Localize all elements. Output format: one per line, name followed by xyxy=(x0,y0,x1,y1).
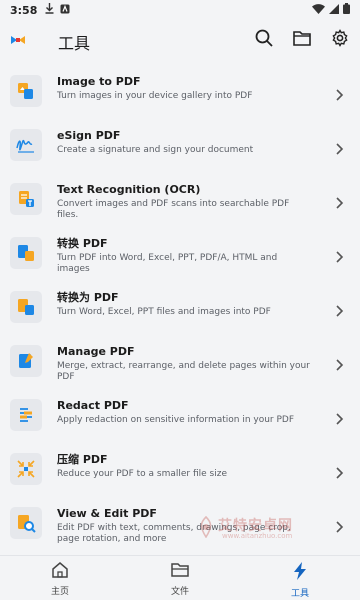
ocr-icon xyxy=(10,183,42,215)
download-icon xyxy=(45,3,54,17)
compress-icon xyxy=(10,453,42,485)
tool-title: eSign PDF xyxy=(57,129,121,142)
tool-title: Manage PDF xyxy=(57,345,135,358)
tool-desc: Turn PDF into Word, Excel, PPT, PDF/A, H… xyxy=(57,253,278,274)
signal-icon xyxy=(329,3,339,17)
chevron-right-icon xyxy=(334,464,344,479)
tool-convert-to-pdf[interactable]: 转换为 PDF Turn Word, Excel, PPT files and … xyxy=(0,282,360,336)
nav-tools-label: 工具 xyxy=(290,589,309,599)
chevron-right-icon xyxy=(334,410,344,425)
wifi-icon xyxy=(312,3,325,17)
lightning-icon xyxy=(293,562,307,584)
status-bar: 3:58 xyxy=(0,0,360,20)
chevron-right-icon xyxy=(334,518,344,533)
tool-desc: Create a signature and sign your documen… xyxy=(57,145,254,155)
tool-redact-pdf[interactable]: Redact PDF Apply redaction on sensitive … xyxy=(0,390,360,444)
nav-files[interactable]: 文件 xyxy=(150,562,210,597)
page-title: 工具 xyxy=(58,34,91,53)
nav-home[interactable]: 主页 xyxy=(30,562,90,597)
image-to-pdf-icon xyxy=(10,75,42,107)
tool-desc: Convert images and PDF scans into search… xyxy=(57,199,290,220)
tool-title: Image to PDF xyxy=(57,75,141,88)
signature-icon xyxy=(10,129,42,161)
chevron-right-icon xyxy=(334,302,344,317)
tool-convert-pdf[interactable]: 转换 PDF Turn PDF into Word, Excel, PPT, P… xyxy=(0,228,360,282)
tool-title: Redact PDF xyxy=(57,399,129,412)
tool-view-edit-pdf[interactable]: View & Edit PDF Edit PDF with text, comm… xyxy=(0,498,360,552)
tool-image-to-pdf[interactable]: Image to PDF Turn images in your device … xyxy=(0,66,360,120)
chevron-right-icon xyxy=(334,194,344,209)
status-time: 3:58 xyxy=(10,3,38,17)
convert-to-pdf-icon xyxy=(10,291,42,323)
nav-files-label: 文件 xyxy=(170,587,189,597)
tool-desc: Turn images in your device gallery into … xyxy=(57,91,253,101)
tool-title: 转换为 PDF xyxy=(57,291,119,304)
home-icon xyxy=(51,562,69,582)
folder-button[interactable] xyxy=(290,28,314,52)
tool-title: Text Recognition (OCR) xyxy=(57,183,201,196)
tool-desc: Edit PDF with text, comments, drawings, … xyxy=(57,523,291,544)
chevron-right-icon xyxy=(334,140,344,155)
chevron-right-icon xyxy=(334,356,344,371)
convert-from-pdf-icon xyxy=(10,237,42,269)
tools-list: Image to PDF Turn images in your device … xyxy=(0,66,360,552)
search-button[interactable] xyxy=(252,28,276,52)
bottom-nav: 主页 文件 工具 xyxy=(0,555,360,600)
manage-pages-icon xyxy=(10,345,42,377)
folder-open-icon xyxy=(171,563,189,582)
tool-esign-pdf[interactable]: eSign PDF Create a signature and sign yo… xyxy=(0,120,360,174)
chevron-right-icon xyxy=(334,248,344,263)
tool-ocr[interactable]: Text Recognition (OCR) Convert images an… xyxy=(0,174,360,228)
tool-desc: Reduce your PDF to a smaller file size xyxy=(57,469,228,479)
gear-icon xyxy=(331,29,349,51)
battery-icon xyxy=(343,3,350,17)
app-logo-icon xyxy=(10,32,26,48)
view-edit-icon xyxy=(10,507,42,539)
redact-icon xyxy=(10,399,42,431)
tool-title: View & Edit PDF xyxy=(57,507,157,520)
tool-desc: Apply redaction on sensitive information… xyxy=(57,415,295,425)
app-bar: 工具 xyxy=(0,20,360,60)
tool-title: 压缩 PDF xyxy=(57,453,108,466)
tool-desc: Turn Word, Excel, PPT files and images i… xyxy=(57,307,271,317)
tool-manage-pdf[interactable]: Manage PDF Merge, extract, rearrange, an… xyxy=(0,336,360,390)
nav-home-label: 主页 xyxy=(50,587,69,597)
tool-compress-pdf[interactable]: 压缩 PDF Reduce your PDF to a smaller file… xyxy=(0,444,360,498)
chevron-right-icon xyxy=(334,86,344,101)
nav-tools[interactable]: 工具 xyxy=(270,562,330,599)
tool-title: 转换 PDF xyxy=(57,237,108,250)
folder-icon xyxy=(293,30,311,50)
app-notification-icon xyxy=(60,4,70,17)
search-icon xyxy=(255,29,273,51)
settings-button[interactable] xyxy=(328,28,352,52)
tool-desc: Merge, extract, rearrange, and delete pa… xyxy=(57,361,310,382)
